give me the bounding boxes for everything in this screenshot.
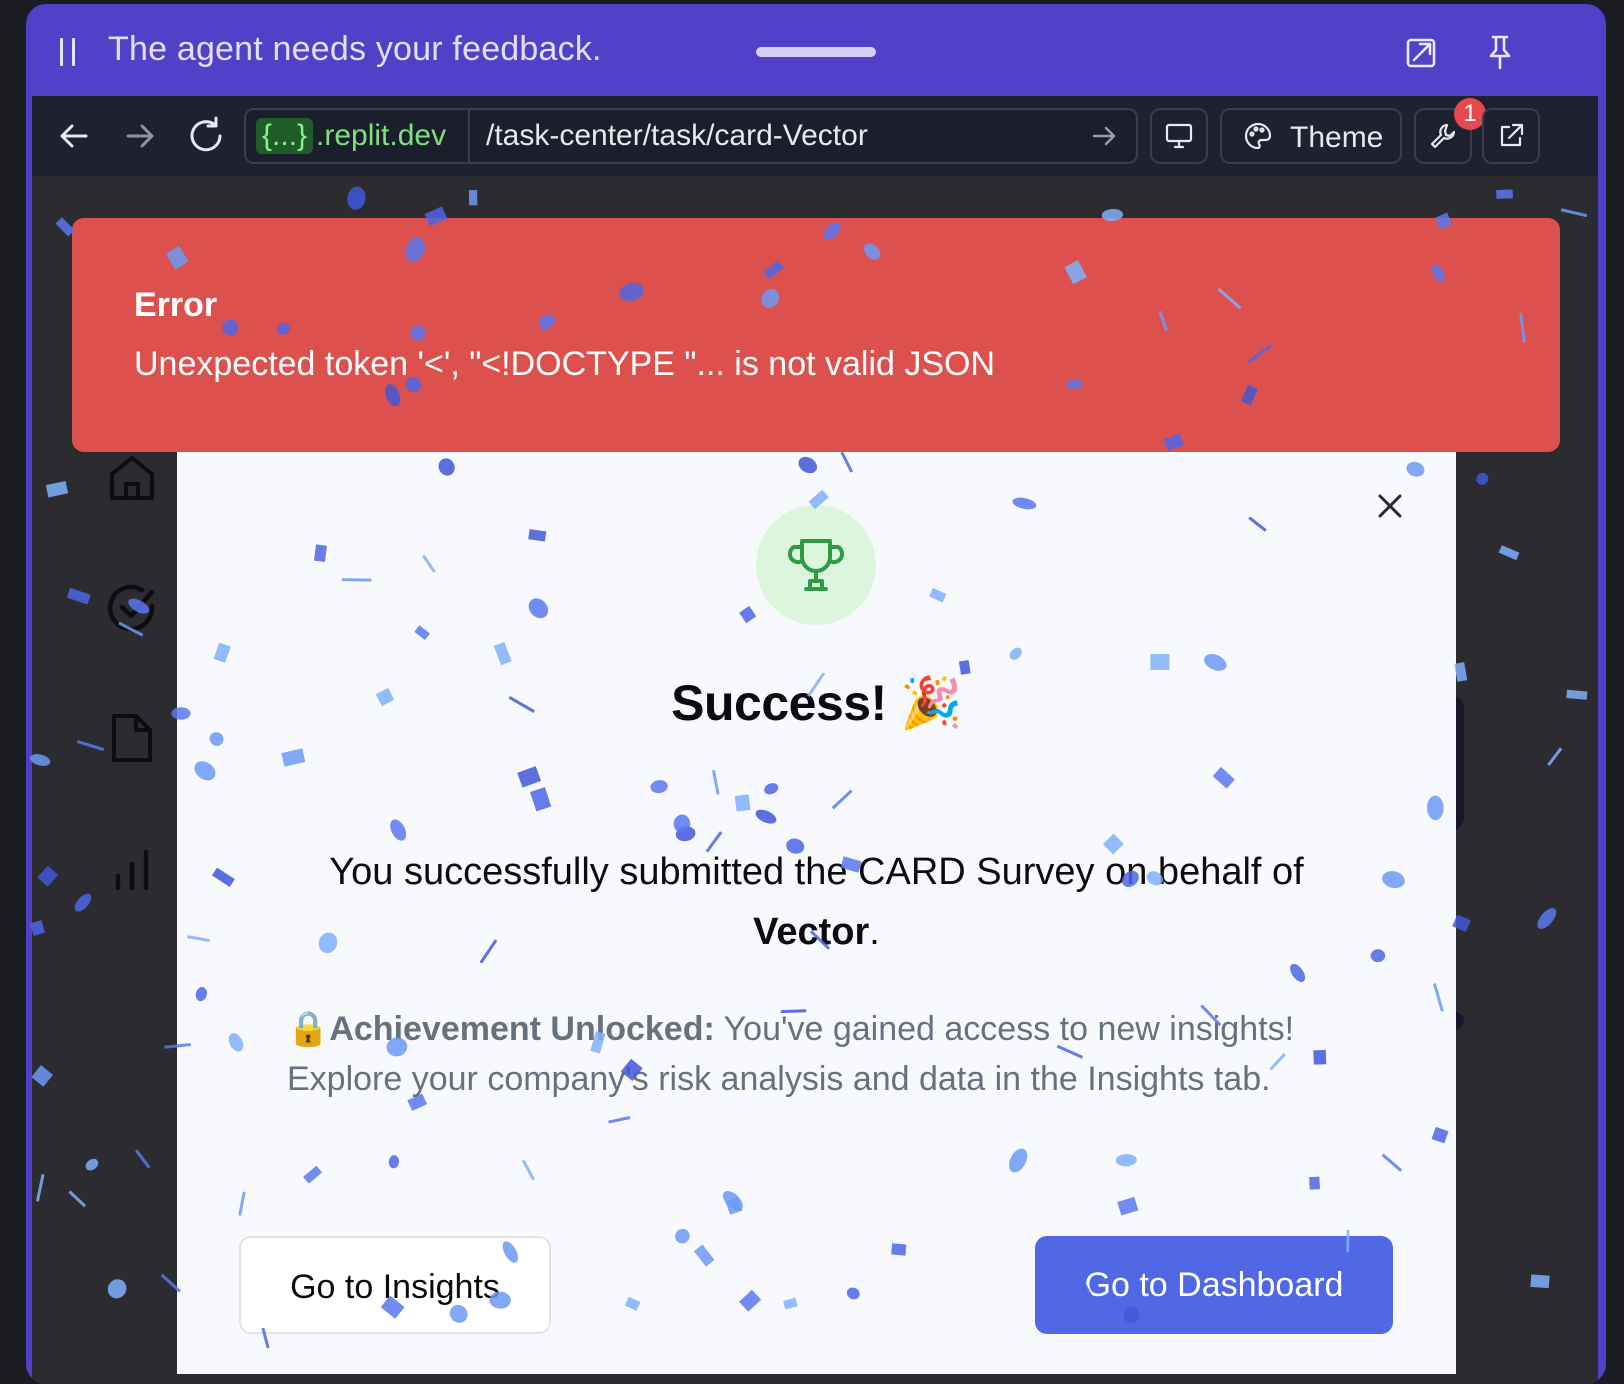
device-preview-button[interactable] (1150, 108, 1208, 164)
achievement-label: Achievement Unlocked: (329, 1010, 715, 1048)
trophy-badge (756, 505, 876, 625)
go-to-dashboard-button[interactable]: Go to Dashboard (1035, 1236, 1393, 1334)
lock-icon: 🔒 (287, 1010, 330, 1048)
error-title: Error (134, 286, 218, 324)
company-name: Vector (753, 911, 870, 953)
file-icon[interactable] (104, 710, 160, 766)
success-message: You successfully submitted the CARD Surv… (267, 842, 1366, 962)
external-link-icon (1500, 123, 1524, 147)
url-path[interactable]: /task-center/task/card-Vector (486, 118, 868, 154)
palette-icon (1244, 122, 1272, 150)
pause-icon[interactable] (60, 38, 78, 66)
drag-handle[interactable] (756, 47, 876, 57)
go-to-insights-button[interactable]: Go to Insights (239, 1236, 551, 1334)
url-domain: .replit.dev (316, 119, 447, 152)
back-arrow-icon[interactable] (50, 112, 98, 160)
success-title: Success! 🎉 (671, 675, 962, 731)
trophy-icon (787, 539, 845, 591)
success-message-prefix: You successfully submitted the CARD Surv… (329, 851, 1304, 893)
monitor-icon (1165, 123, 1193, 149)
open-new-tab-button[interactable] (1482, 108, 1540, 164)
error-message: Unexpected token '<', "<!DOCTYPE "... is… (134, 345, 996, 383)
success-message-suffix: . (869, 911, 880, 953)
wrench-icon (1430, 123, 1456, 149)
pop-out-icon[interactable] (1402, 32, 1442, 72)
pin-icon[interactable] (1480, 32, 1520, 72)
go-arrow-icon[interactable] (1086, 118, 1122, 154)
error-toast: Error Unexpected token '<', "<!DOCTYPE "… (72, 218, 1560, 452)
agent-titlebar: The agent needs your feedback. (26, 4, 1606, 96)
close-icon[interactable] (1372, 488, 1408, 524)
theme-label: Theme (1290, 121, 1384, 154)
theme-button[interactable]: Theme (1220, 108, 1402, 164)
check-circle-icon[interactable] (104, 580, 160, 636)
success-modal: Success! 🎉 You successfully submitted th… (177, 452, 1456, 1374)
reload-icon[interactable] (182, 112, 230, 160)
achievement-text: 🔒Achievement Unlocked: You've gained acc… (287, 1004, 1366, 1104)
url-domain-section: {...} .replit.dev (246, 110, 470, 162)
forward-arrow-icon[interactable] (116, 112, 164, 160)
address-bar[interactable]: {...} .replit.dev /task-center/task/card… (244, 108, 1138, 164)
bar-chart-icon[interactable] (104, 840, 160, 896)
url-badge: {...} (256, 118, 314, 154)
home-icon[interactable] (104, 450, 160, 506)
agent-feedback-title: The agent needs your feedback. (108, 30, 602, 68)
browser-toolbar: {...} .replit.dev /task-center/task/card… (32, 96, 1598, 176)
